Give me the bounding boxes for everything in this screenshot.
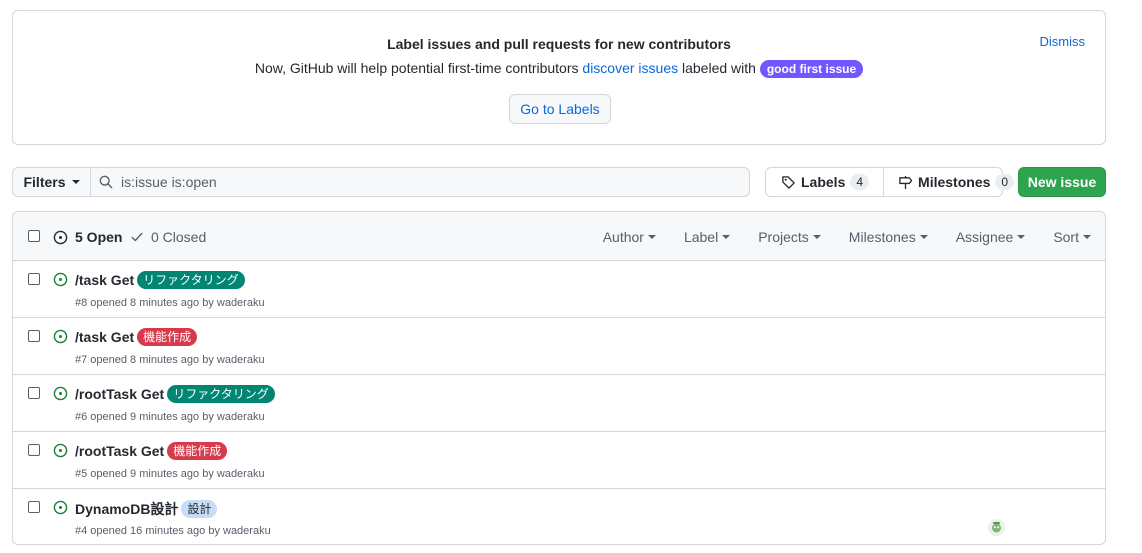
issue-label[interactable]: リファクタリング — [137, 271, 245, 289]
issue-title[interactable]: DynamoDB設計 — [75, 499, 178, 519]
closed-count: 0 Closed — [151, 229, 207, 245]
issue-checkbox[interactable] — [28, 273, 40, 285]
labels-milestones-group: Labels 4 Milestones 0 — [765, 167, 1015, 197]
banner-title: Label issues and pull requests for new c… — [387, 36, 731, 52]
banner-text: Now, GitHub will help potential first-ti… — [13, 60, 1105, 78]
sort-label: Sort — [1053, 229, 1079, 245]
labels-label: Labels — [801, 174, 846, 190]
closed-issues-tab[interactable]: 0 Closed — [130, 229, 206, 245]
label-filter[interactable]: Label — [683, 229, 731, 245]
milestones-button[interactable]: Milestones 0 — [883, 168, 1028, 196]
issues-list: 5 Open 0 Closed Author Label Projects Mi… — [12, 211, 1106, 545]
projects-filter-label: Projects — [758, 229, 809, 245]
issue-meta: #4 opened 16 minutes ago by waderaku — [75, 525, 271, 537]
sort-menu[interactable]: Sort — [1053, 229, 1091, 245]
issue-row[interactable]: /rootTask Get リファクタリング #6 opened 9 minut… — [13, 375, 1105, 432]
select-all-checkbox[interactable] — [28, 230, 40, 242]
issue-opened-icon — [53, 230, 68, 244]
issue-title-line: /rootTask Get リファクタリング — [75, 385, 275, 403]
assignee-filter[interactable]: Assignee — [956, 229, 1026, 245]
filters-button[interactable]: Filters — [13, 168, 91, 196]
chevron-down-icon — [647, 235, 656, 239]
issue-meta: #8 opened 8 minutes ago by waderaku — [75, 297, 265, 309]
issue-title[interactable]: /task Get — [75, 272, 134, 288]
list-filter-menus: Author Label Projects Milestones Assigne… — [603, 229, 1091, 245]
issue-title-line: /task Get 機能作成 — [75, 328, 198, 346]
open-count: 5 Open — [75, 229, 123, 245]
author-filter[interactable]: Author — [603, 229, 656, 245]
banner-text-after: labeled with — [682, 60, 756, 76]
issue-title[interactable]: /rootTask Get — [75, 443, 164, 459]
issue-checkbox[interactable] — [28, 444, 40, 456]
issue-checkbox[interactable] — [28, 330, 40, 342]
issue-row[interactable]: /task Get リファクタリング #8 opened 8 minutes a… — [13, 261, 1105, 318]
dismiss-button[interactable]: Dismiss — [1040, 34, 1086, 49]
milestones-filter[interactable]: Milestones — [849, 229, 928, 245]
chevron-down-icon — [1083, 235, 1091, 239]
issue-opened-icon — [53, 386, 68, 401]
label-filter-label: Label — [683, 229, 719, 245]
issue-label[interactable]: リファクタリング — [167, 385, 275, 403]
issue-opened-icon — [53, 272, 68, 287]
search-value: is:issue is:open — [121, 174, 217, 190]
tag-icon — [782, 175, 795, 189]
issues-list-header: 5 Open 0 Closed Author Label Projects Mi… — [13, 212, 1105, 261]
milestones-count: 0 — [995, 174, 1015, 190]
new-issue-button[interactable]: New issue — [1018, 167, 1106, 197]
issue-title[interactable]: /rootTask Get — [75, 386, 164, 402]
check-icon — [131, 232, 143, 242]
issue-meta: #7 opened 8 minutes ago by waderaku — [75, 354, 265, 366]
chevron-down-icon — [919, 235, 928, 239]
search-input[interactable]: is:issue is:open — [91, 168, 749, 196]
issue-checkbox[interactable] — [28, 501, 40, 513]
issue-opened-icon — [53, 443, 68, 458]
assignee-filter-label: Assignee — [955, 229, 1014, 245]
assignee-avatar[interactable] — [988, 519, 1005, 536]
banner-text-before: Now, GitHub will help potential first-ti… — [254, 60, 579, 76]
issue-label[interactable]: 設計 — [181, 500, 218, 518]
issue-checkbox[interactable] — [28, 387, 40, 399]
issue-opened-icon — [53, 329, 68, 344]
milestones-label: Milestones — [918, 174, 991, 190]
chevron-down-icon — [722, 235, 731, 239]
issue-label[interactable]: 機能作成 — [167, 442, 228, 460]
contributor-banner: Label issues and pull requests for new c… — [12, 10, 1106, 145]
avatar-icon — [988, 519, 1005, 536]
issue-title-line: /task Get リファクタリング — [75, 271, 245, 289]
milestone-icon — [899, 175, 913, 189]
discover-issues-link[interactable]: discover issues — [582, 60, 678, 76]
filter-search-bar: Filters is:issue is:open — [12, 167, 750, 197]
go-to-labels-button[interactable]: Go to Labels — [509, 94, 611, 124]
filters-label: Filters — [23, 174, 66, 190]
issue-label[interactable]: 機能作成 — [137, 328, 198, 346]
labels-count: 4 — [850, 174, 870, 190]
projects-filter[interactable]: Projects — [758, 229, 821, 245]
chevron-down-icon — [71, 180, 80, 184]
issue-title[interactable]: /task Get — [75, 329, 134, 345]
good-first-issue-badge: good first issue — [759, 60, 864, 78]
issue-opened-icon — [53, 500, 68, 515]
milestones-filter-label: Milestones — [848, 229, 916, 245]
issue-meta: #6 opened 9 minutes ago by waderaku — [75, 411, 265, 423]
issue-title-line: /rootTask Get 機能作成 — [75, 442, 228, 460]
issue-title-line: DynamoDB設計 設計 — [75, 499, 218, 519]
issue-meta: #5 opened 9 minutes ago by waderaku — [75, 468, 265, 480]
open-issues-tab[interactable]: 5 Open — [53, 229, 122, 245]
chevron-down-icon — [1017, 235, 1026, 239]
search-icon — [99, 175, 113, 189]
issue-row[interactable]: /rootTask Get 機能作成 #5 opened 9 minutes a… — [13, 432, 1105, 489]
author-filter-label: Author — [602, 229, 644, 245]
labels-button[interactable]: Labels 4 — [766, 168, 883, 196]
issue-row[interactable]: /task Get 機能作成 #7 opened 8 minutes ago b… — [13, 318, 1105, 375]
chevron-down-icon — [812, 235, 821, 239]
issue-row[interactable]: DynamoDB設計 設計 #4 opened 16 minutes ago b… — [13, 489, 1105, 544]
